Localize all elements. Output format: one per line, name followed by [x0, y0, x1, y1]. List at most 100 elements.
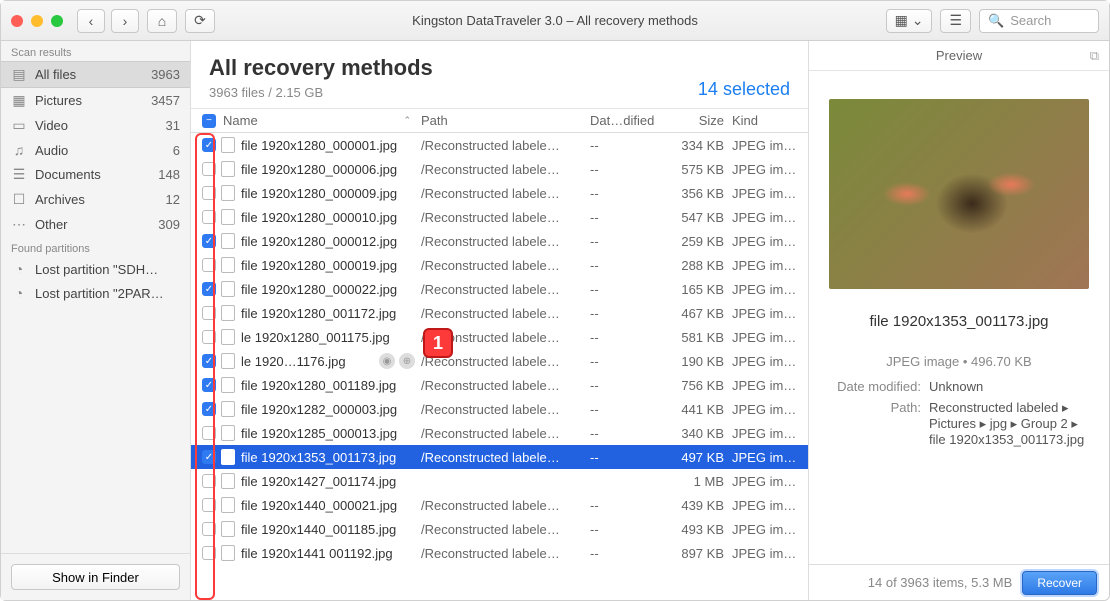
row-checkbox[interactable]: ✓: [202, 450, 216, 464]
meta-path-key: Path:: [829, 400, 929, 447]
file-name: file 1920x1282_000003.jpg: [241, 402, 397, 417]
file-size: 1 MB: [662, 474, 732, 489]
row-checkbox[interactable]: [202, 210, 216, 224]
table-row[interactable]: le 1920x1280_001175.jpg/Reconstructed la…: [191, 325, 808, 349]
table-row[interactable]: file 1920x1280_000019.jpg/Reconstructed …: [191, 253, 808, 277]
file-size: 547 KB: [662, 210, 732, 225]
preview-icon[interactable]: ◉: [379, 353, 395, 369]
meta-date-key: Date modified:: [829, 379, 929, 394]
sidebar-partition[interactable]: ◔Lost partition "SDH…: [1, 257, 190, 281]
table-row[interactable]: file 1920x1285_000013.jpg/Reconstructed …: [191, 421, 808, 445]
file-kind: JPEG im…: [732, 330, 808, 345]
table-row[interactable]: file 1920x1280_000010.jpg/Reconstructed …: [191, 205, 808, 229]
forward-button[interactable]: ›: [111, 9, 139, 33]
row-checkbox[interactable]: [202, 306, 216, 320]
row-checkbox[interactable]: ✓: [202, 378, 216, 392]
sidebar-item-all-files[interactable]: ▤All files3963: [1, 61, 190, 88]
file-kind: JPEG im…: [732, 354, 808, 369]
table-row[interactable]: ✓le 1920…1176.jpg◉⊕/Reconstructed labele…: [191, 349, 808, 373]
table-row[interactable]: ✓file 1920x1280_001189.jpg/Reconstructed…: [191, 373, 808, 397]
sidebar-item-count: 148: [158, 167, 180, 182]
table-row[interactable]: ✓file 1920x1280_000022.jpg/Reconstructed…: [191, 277, 808, 301]
row-checkbox[interactable]: [202, 474, 216, 488]
row-checkbox[interactable]: ✓: [202, 282, 216, 296]
file-size: 575 KB: [662, 162, 732, 177]
header-checkbox[interactable]: −: [202, 114, 216, 128]
row-checkbox[interactable]: ✓: [202, 354, 216, 368]
table-row[interactable]: file 1920x1440_000021.jpg/Reconstructed …: [191, 493, 808, 517]
table-row[interactable]: file 1920x1441 001192.jpg/Reconstructed …: [191, 541, 808, 565]
footer-status: 14 of 3963 items, 5.3 MB: [868, 575, 1013, 590]
file-name: file 1920x1280_000022.jpg: [241, 282, 397, 297]
row-checkbox[interactable]: [202, 330, 216, 344]
preview-pane: Preview ⧉ file 1920x1353_001173.jpg JPEG…: [809, 41, 1109, 600]
file-date: --: [590, 354, 662, 369]
file-name: file 1920x1280_001172.jpg: [241, 306, 396, 321]
sidebar-item-other[interactable]: ⋯Other309: [1, 212, 190, 237]
table-row[interactable]: ✓file 1920x1353_001173.jpg/Reconstructed…: [191, 445, 808, 469]
file-name: file 1920x1280_000009.jpg: [241, 186, 397, 201]
file-date: --: [590, 282, 662, 297]
file-date: --: [590, 522, 662, 537]
sidebar-item-label: Other: [35, 217, 68, 232]
table-row[interactable]: ✓file 1920x1280_000012.jpg/Reconstructed…: [191, 229, 808, 253]
col-path[interactable]: Path: [421, 113, 590, 128]
view-toggle-button[interactable]: ▦ ⌄: [886, 9, 933, 33]
col-size[interactable]: Size: [662, 113, 732, 128]
table-row[interactable]: file 1920x1427_001174.jpg1 MBJPEG im…: [191, 469, 808, 493]
expand-icon[interactable]: ⧉: [1090, 48, 1099, 64]
row-checkbox[interactable]: [202, 426, 216, 440]
table-row[interactable]: ✓file 1920x1282_000003.jpg/Reconstructed…: [191, 397, 808, 421]
row-checkbox[interactable]: [202, 186, 216, 200]
search-input[interactable]: 🔍 Search: [979, 9, 1099, 33]
column-headers[interactable]: − Name⌃ Path Dat…dified Size Kind: [191, 109, 808, 133]
file-icon: [221, 401, 235, 417]
col-kind[interactable]: Kind: [732, 113, 808, 128]
sidebar-section-scan: Scan results: [1, 41, 190, 61]
minimize-button[interactable]: [31, 15, 43, 27]
sidebar-item-label: Documents: [35, 167, 101, 182]
file-size: 340 KB: [662, 426, 732, 441]
row-checkbox[interactable]: ✓: [202, 234, 216, 248]
table-row[interactable]: file 1920x1280_001172.jpg/Reconstructed …: [191, 301, 808, 325]
col-date[interactable]: Dat…dified: [590, 113, 662, 128]
sidebar-item-documents[interactable]: ☰Documents148: [1, 162, 190, 187]
sidebar-item-audio[interactable]: ♫Audio6: [1, 138, 190, 162]
home-button[interactable]: ⌂: [147, 9, 177, 33]
row-checkbox[interactable]: [202, 498, 216, 512]
file-kind: JPEG im…: [732, 474, 808, 489]
file-icon: [221, 473, 235, 489]
row-checkbox[interactable]: [202, 258, 216, 272]
row-checkbox[interactable]: [202, 546, 216, 560]
recover-button[interactable]: Recover: [1022, 571, 1097, 595]
show-in-finder-button[interactable]: Show in Finder: [11, 564, 180, 590]
row-checkbox[interactable]: [202, 162, 216, 176]
sidebar-partition[interactable]: ◔Lost partition "2PAR…: [1, 281, 190, 305]
file-size: 259 KB: [662, 234, 732, 249]
close-button[interactable]: [11, 15, 23, 27]
refresh-button[interactable]: ⟳: [185, 9, 215, 33]
table-row[interactable]: ✓file 1920x1280_000001.jpg/Reconstructed…: [191, 133, 808, 157]
maximize-button[interactable]: [51, 15, 63, 27]
sidebar-item-video[interactable]: ▭Video31: [1, 113, 190, 138]
sidebar-item-archives[interactable]: ☐Archives12: [1, 187, 190, 212]
file-kind: JPEG im…: [732, 306, 808, 321]
category-icon: ▦: [11, 92, 27, 109]
row-checkbox[interactable]: [202, 522, 216, 536]
table-row[interactable]: file 1920x1280_000009.jpg/Reconstructed …: [191, 181, 808, 205]
file-path: /Reconstructed labele…: [421, 306, 590, 321]
locate-icon[interactable]: ⊕: [399, 353, 415, 369]
settings-button[interactable]: ☰: [940, 9, 971, 33]
row-checkbox[interactable]: ✓: [202, 138, 216, 152]
table-row[interactable]: file 1920x1280_000006.jpg/Reconstructed …: [191, 157, 808, 181]
file-size: 334 KB: [662, 138, 732, 153]
sidebar-item-pictures[interactable]: ▦Pictures3457: [1, 88, 190, 113]
col-name[interactable]: Name: [223, 113, 258, 128]
table-row[interactable]: file 1920x1440_001185.jpg/Reconstructed …: [191, 517, 808, 541]
meta-date-val: Unknown: [929, 379, 1089, 394]
footer: 14 of 3963 items, 5.3 MB 2 Recover: [809, 564, 1109, 600]
file-size: 190 KB: [662, 354, 732, 369]
back-button[interactable]: ‹: [77, 9, 105, 33]
search-icon: 🔍: [988, 13, 1004, 29]
row-checkbox[interactable]: ✓: [202, 402, 216, 416]
